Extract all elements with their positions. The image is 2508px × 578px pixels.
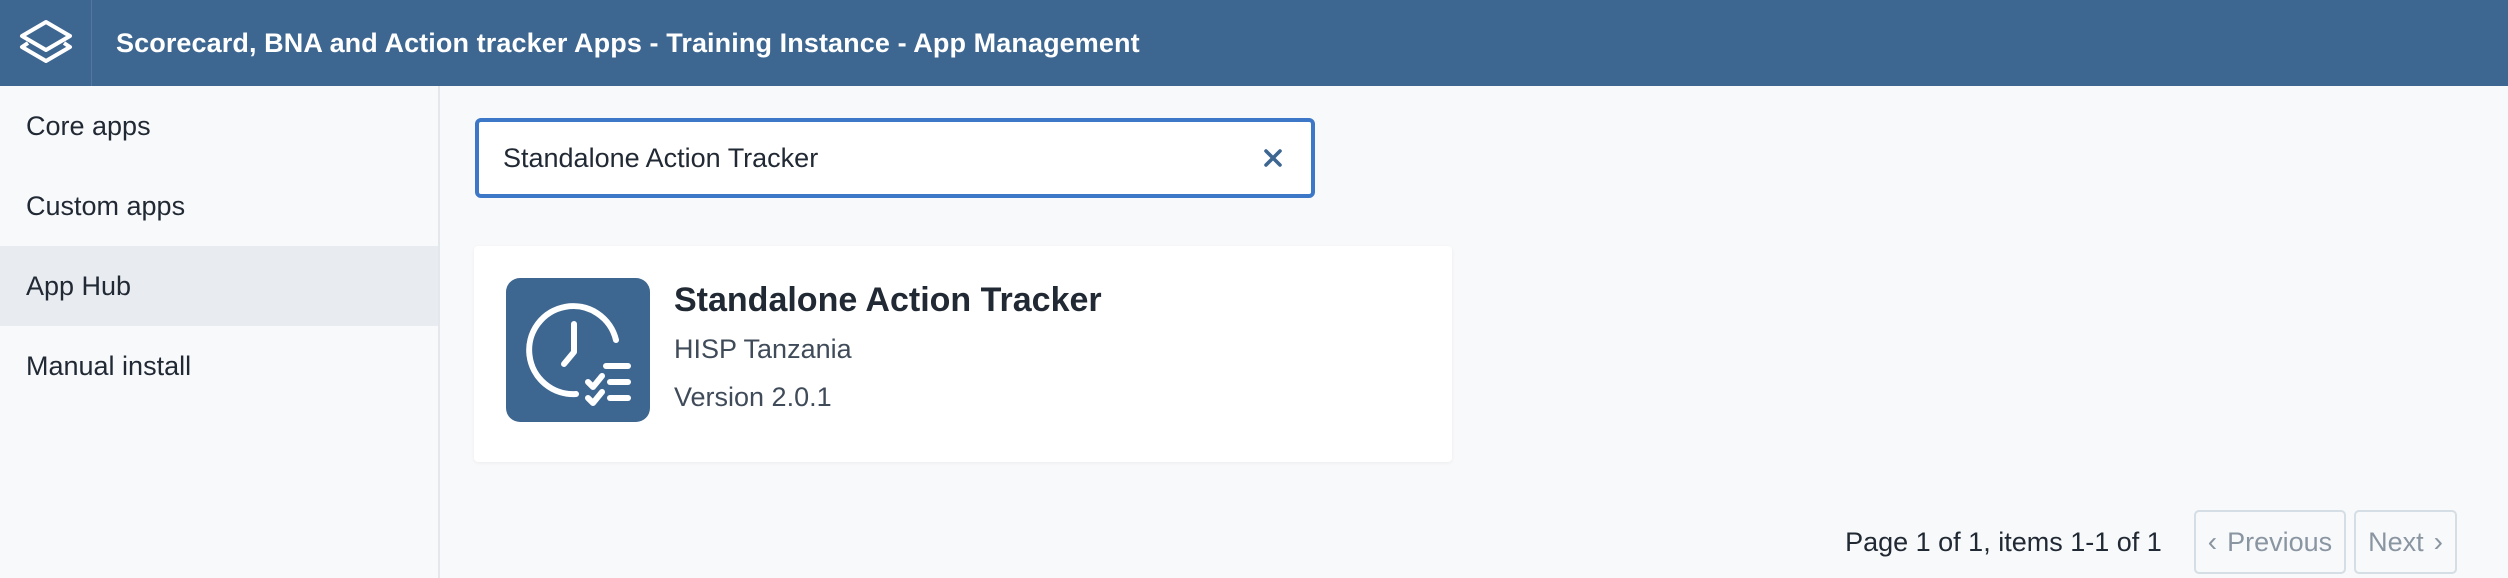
search-input[interactable]	[501, 122, 1257, 194]
app-icon	[506, 278, 650, 422]
sidebar-item-label: Manual install	[26, 350, 192, 381]
logo-button[interactable]	[0, 0, 92, 86]
sidebar: Core apps Custom apps App Hub Manual ins…	[0, 86, 440, 578]
close-icon	[1264, 149, 1282, 167]
next-label: Next	[2368, 526, 2424, 557]
app-developer: HISP Tanzania	[674, 334, 852, 364]
app-name: Standalone Action Tracker	[674, 281, 1102, 319]
previous-label: Previous	[2227, 526, 2333, 557]
app-card[interactable]: Standalone Action Tracker HISP Tanzania …	[474, 246, 1452, 462]
page-summary: Page 1 of 1, items 1-1 of 1	[1845, 526, 2162, 557]
clock-checklist-icon	[526, 303, 631, 406]
sidebar-item-label: Custom apps	[26, 190, 186, 221]
header-title: Scorecard, BNA and Action tracker Apps -…	[116, 27, 1140, 58]
chevron-right-icon: ›	[2433, 526, 2443, 557]
sidebar-item-core-apps[interactable]: Core apps	[0, 86, 438, 166]
previous-page-button[interactable]: ‹ Previous	[2193, 510, 2347, 574]
main-content: Standalone Action Tracker HISP Tanzania …	[442, 86, 2508, 578]
chevron-left-icon: ‹	[2207, 526, 2218, 557]
sidebar-item-label: App Hub	[26, 270, 132, 301]
app-header: Scorecard, BNA and Action tracker Apps -…	[0, 0, 2508, 86]
search-field	[475, 118, 1315, 198]
sidebar-item-app-hub[interactable]: App Hub	[0, 246, 438, 326]
next-page-button[interactable]: Next ›	[2354, 510, 2457, 574]
dhis2-logo-icon	[19, 20, 72, 63]
pagination: Page 1 of 1, items 1-1 of 1 ‹ Previous N…	[1845, 510, 2457, 574]
app-info: Standalone Action Tracker HISP Tanzania …	[674, 278, 1102, 416]
sidebar-item-label: Core apps	[26, 110, 151, 141]
sidebar-item-manual-install[interactable]: Manual install	[0, 326, 438, 406]
sidebar-item-custom-apps[interactable]: Custom apps	[0, 166, 438, 246]
clear-search-button[interactable]	[1257, 142, 1289, 174]
app-version: Version 2.0.1	[674, 382, 832, 412]
